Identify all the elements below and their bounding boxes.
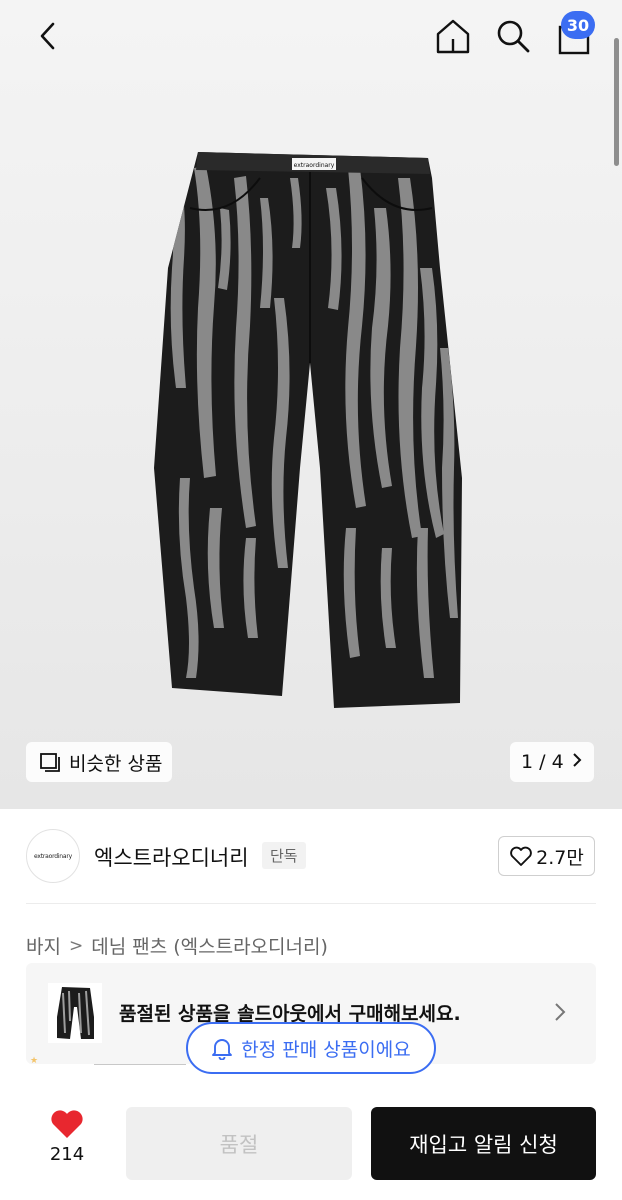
chevron-left-icon [40, 22, 55, 50]
limited-edition-toast: 한정 판매 상품이에요 [186, 1022, 436, 1074]
image-pager-button[interactable]: 1 / 4 [510, 742, 594, 782]
home-icon [436, 19, 470, 54]
brand-name[interactable]: 엑스트라오디너리 [94, 842, 249, 872]
breadcrumb-category[interactable]: 바지 [26, 932, 61, 959]
heart-filled-icon [51, 1110, 83, 1138]
back-button[interactable] [26, 14, 70, 58]
partial-star-icon: ★ [30, 1056, 39, 1066]
brand-like-button[interactable]: 2.7만 [498, 836, 595, 876]
wishlist-button[interactable]: 214 [36, 1108, 98, 1178]
scrollbar[interactable] [614, 38, 619, 166]
cart-count-badge: 30 [561, 11, 595, 39]
brand-like-count: 2.7만 [536, 846, 584, 869]
top-navigation: 30 [0, 0, 622, 74]
breadcrumb: 바지 > 데님 팬츠 (엑스트라오디너리) [26, 932, 328, 959]
home-button[interactable] [430, 12, 476, 60]
wishlist-count: 214 [49, 1144, 85, 1165]
exclusive-badge: 단독 [262, 842, 306, 869]
restock-alert-button[interactable]: 재입고 알림 신청 [371, 1107, 596, 1180]
similar-products-label: 비슷한 상품 [69, 752, 163, 775]
search-button[interactable] [490, 12, 536, 60]
limited-edition-text: 한정 판매 상품이에요 [241, 1038, 411, 1061]
chevron-right-icon: > [68, 935, 84, 956]
divider [26, 903, 596, 904]
waistband-label: extraordinary [294, 162, 335, 169]
chevron-right-icon [572, 752, 582, 773]
similar-products-button[interactable]: 비슷한 상품 [26, 742, 172, 782]
brand-logo-text: extraordinary [33, 852, 73, 860]
chevron-right-icon [555, 1003, 566, 1021]
soldout-button[interactable]: 품절 [126, 1107, 352, 1180]
product-image-gallery[interactable]: 30 extraordinary 비슷한 상품 1 / 4 [0, 0, 622, 809]
brand-logo[interactable]: extraordinary [26, 829, 80, 883]
search-icon [497, 20, 530, 53]
breadcrumb-subcategory[interactable]: 데님 팬츠 (엑스트라오디너리) [91, 932, 328, 959]
image-pager-count: 1 / 4 [521, 751, 564, 773]
heart-outline-icon [510, 846, 532, 866]
bell-icon [212, 1039, 233, 1060]
product-image: extraordinary [154, 152, 462, 708]
banner-product-thumbnail [48, 983, 102, 1043]
divider [94, 1064, 186, 1065]
similar-items-icon [40, 753, 60, 772]
